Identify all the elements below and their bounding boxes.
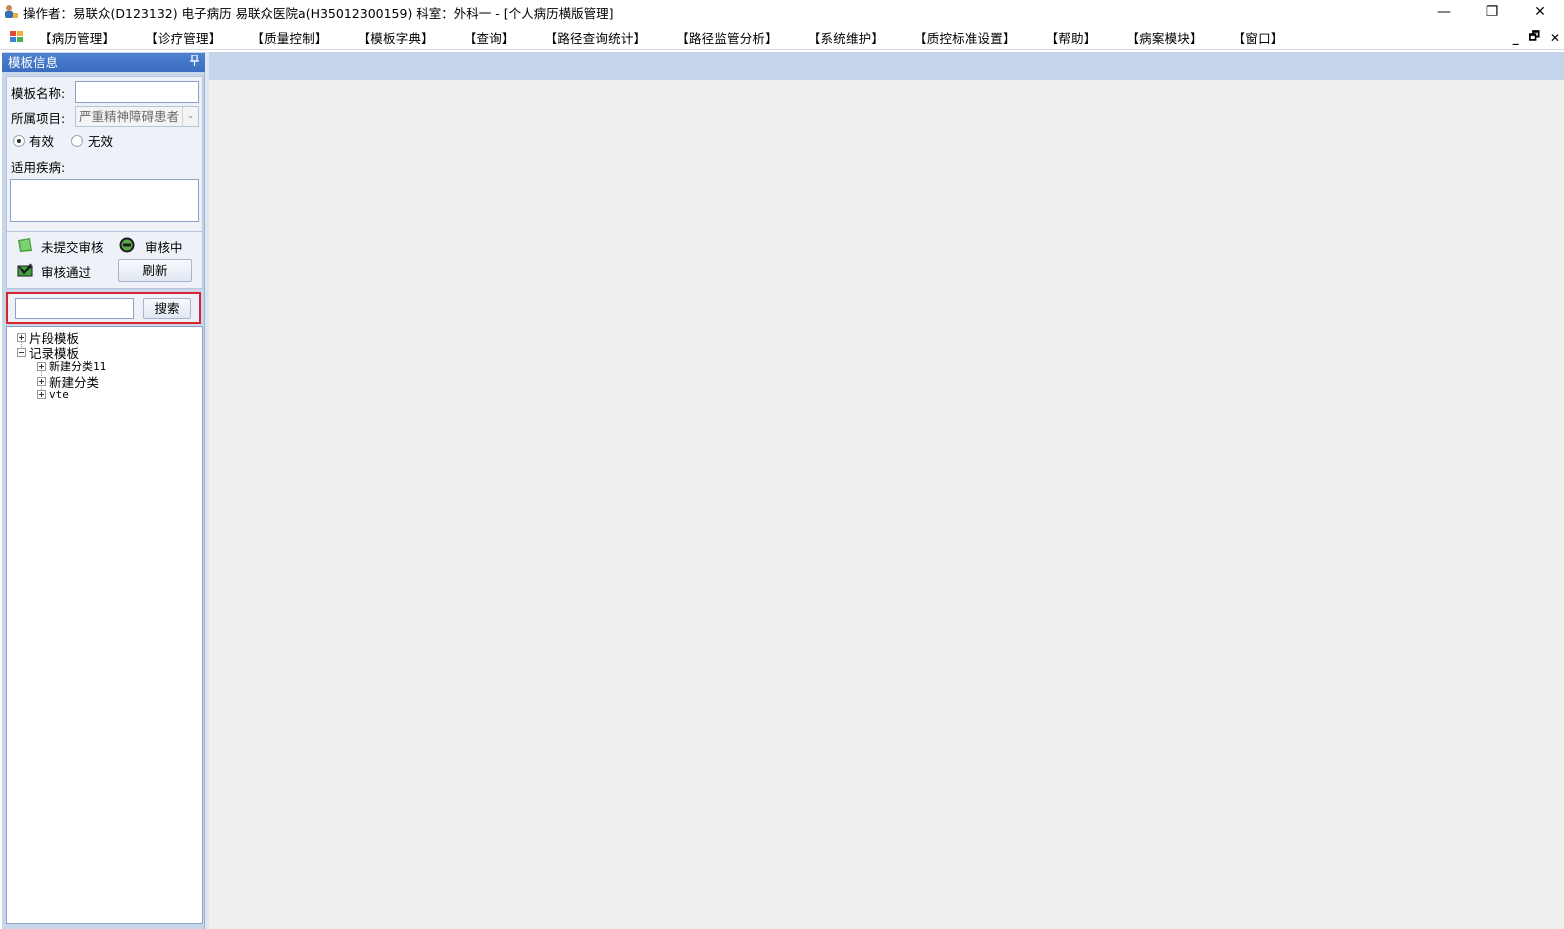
project-select[interactable]: 严重精神障碍患者 ⌄ bbox=[75, 106, 199, 127]
window-controls: — ❐ ✕ bbox=[1420, 0, 1564, 24]
expand-icon[interactable] bbox=[17, 333, 26, 342]
not-submitted-label: 未提交审核 bbox=[41, 240, 104, 255]
radio-invalid-label: 无效 bbox=[88, 134, 114, 149]
project-select-value: 严重精神障碍患者 bbox=[79, 109, 180, 124]
menu-query[interactable]: 【查询】 bbox=[464, 28, 515, 47]
menu-help[interactable]: 【帮助】 bbox=[1046, 28, 1097, 47]
chevron-down-icon[interactable]: ⌄ bbox=[182, 107, 198, 126]
reviewing-icon bbox=[119, 237, 135, 253]
template-name-label: 模板名称: bbox=[11, 86, 66, 101]
restore-button[interactable]: ❐ bbox=[1468, 0, 1516, 24]
panel-title: 模板信息 bbox=[8, 55, 59, 70]
radio-valid[interactable] bbox=[13, 135, 25, 147]
expand-icon[interactable] bbox=[37, 377, 46, 386]
radio-valid-label: 有效 bbox=[29, 134, 55, 149]
mdi-window-icon[interactable] bbox=[9, 29, 25, 45]
expand-icon[interactable] bbox=[37, 361, 46, 371]
menu-template-dictionary[interactable]: 【模板字典】 bbox=[358, 28, 434, 47]
title-bar: 操作者：易联众(D123132) 电子病历 易联众医院a(H3501230015… bbox=[0, 0, 1564, 24]
template-name-input[interactable] bbox=[75, 81, 199, 103]
search-input[interactable] bbox=[15, 298, 134, 319]
menu-case-module[interactable]: 【病案模块】 bbox=[1126, 28, 1202, 47]
close-button[interactable]: ✕ bbox=[1516, 0, 1564, 24]
collapse-icon[interactable] bbox=[17, 348, 26, 357]
menu-quality-control[interactable]: 【质量控制】 bbox=[251, 28, 327, 47]
project-label: 所属项目: bbox=[11, 111, 66, 126]
menu-qc-standard-settings[interactable]: 【质控标准设置】 bbox=[914, 28, 1016, 47]
disease-textarea[interactable] bbox=[10, 179, 199, 222]
mdi-controls: _ 🗗 ✕ bbox=[1513, 25, 1560, 50]
mdi-minimize-button[interactable]: _ bbox=[1513, 31, 1519, 45]
menu-system-maintenance[interactable]: 【系统维护】 bbox=[808, 28, 884, 47]
reviewing-label: 审核中 bbox=[145, 240, 183, 255]
menu-diagnosis[interactable]: 【诊疗管理】 bbox=[145, 28, 221, 47]
menu-path-query-stats[interactable]: 【路径查询统计】 bbox=[545, 28, 647, 47]
tree-node-label: vte bbox=[49, 388, 69, 401]
menu-bar: 【病历管理】 【诊疗管理】 【质量控制】 【模板字典】 【查询】 【路径查询统计… bbox=[0, 25, 1564, 50]
app-icon bbox=[3, 4, 19, 20]
refresh-button[interactable]: 刷新 bbox=[118, 259, 192, 282]
menu-medical-records[interactable]: 【病历管理】 bbox=[39, 28, 115, 47]
radio-invalid[interactable] bbox=[71, 135, 83, 147]
template-info-panel: 模板信息 模板名称: 所属项目: 严重精神障碍患者 ⌄ 有效 无效 适用疾病: bbox=[2, 52, 205, 929]
document-tab-strip bbox=[209, 52, 1564, 80]
approved-label: 审核通过 bbox=[41, 265, 92, 280]
main-workspace bbox=[209, 80, 1564, 929]
panel-header: 模板信息 bbox=[2, 53, 205, 72]
pin-icon[interactable] bbox=[190, 53, 199, 72]
disease-label: 适用疾病: bbox=[11, 160, 66, 175]
menu-window[interactable]: 【窗口】 bbox=[1233, 28, 1284, 47]
not-submitted-icon bbox=[17, 237, 33, 253]
minimize-button[interactable]: — bbox=[1420, 0, 1468, 24]
review-status-legend: 未提交审核 审核中 审核通过 刷新 bbox=[6, 231, 203, 289]
mdi-close-button[interactable]: ✕ bbox=[1550, 31, 1560, 45]
window-title: 操作者：易联众(D123132) 电子病历 易联众医院a(H3501230015… bbox=[23, 5, 614, 21]
template-tree: 片段模板 记录模板 新建分类11 新建分类 vte bbox=[6, 326, 203, 924]
menu-path-monitor[interactable]: 【路径监管分析】 bbox=[676, 28, 778, 47]
tree-node-vte[interactable]: vte bbox=[37, 388, 69, 401]
expand-icon[interactable] bbox=[37, 390, 46, 399]
search-button[interactable]: 搜索 bbox=[143, 298, 191, 319]
search-area: 搜索 bbox=[6, 292, 201, 324]
mdi-restore-button[interactable]: 🗗 bbox=[1529, 27, 1540, 48]
approved-icon bbox=[17, 262, 33, 278]
